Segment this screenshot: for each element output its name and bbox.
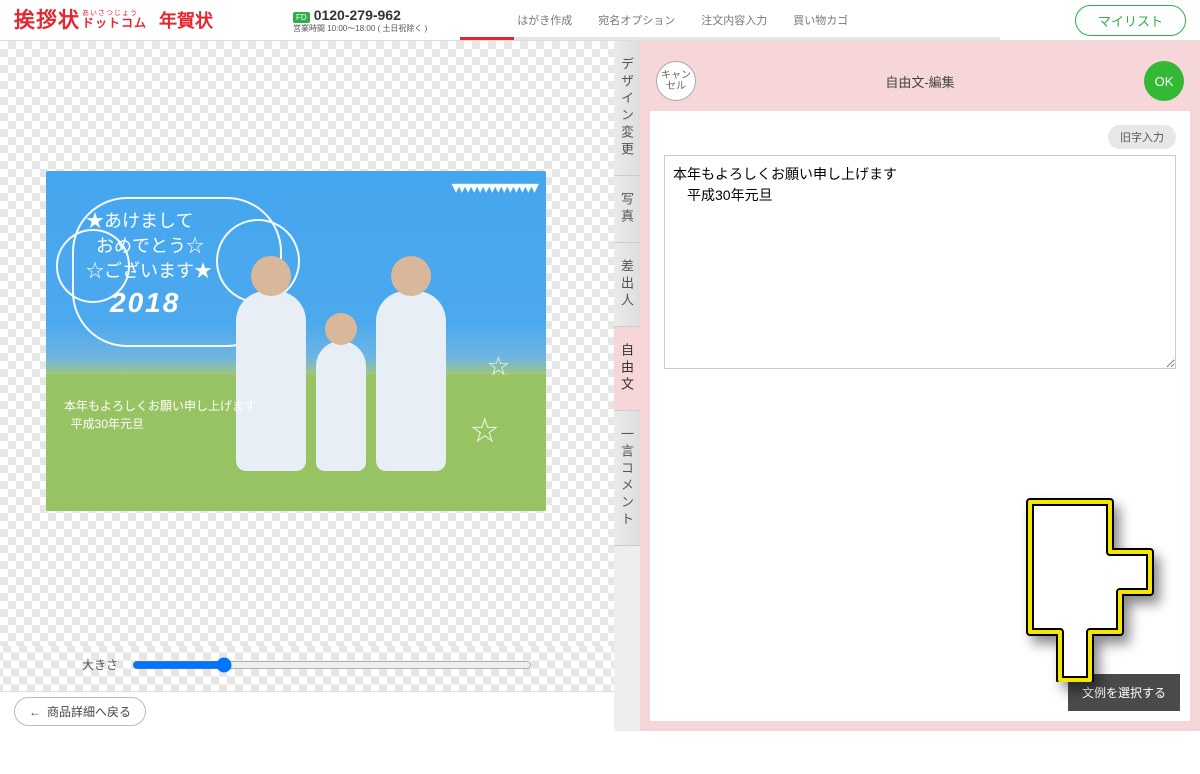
telephone-number: 0120-279-962	[314, 7, 401, 23]
preview-canvas[interactable]: ▾▾▾▾▾▾▾▾▾▾▾▾▾▾ ☆ ☆ ★あけまして おめでとう☆ ☆ございます★…	[0, 41, 614, 646]
old-char-input-button[interactable]: 旧字入力	[1108, 125, 1176, 149]
zoom-slider[interactable]	[132, 657, 532, 673]
telephone-box: FD 0120-279-962 営業時間 10:00～18:00 ( 土日祝除く …	[293, 7, 427, 34]
editor-title: 自由文-編集	[885, 72, 954, 91]
business-hours: 営業時間 10:00～18:00 ( 土日祝除く )	[293, 23, 427, 34]
pointer-hand-icon	[1000, 482, 1160, 687]
tab-sender[interactable]: 差出人	[614, 243, 640, 327]
editor-body: 旧字入力 文例を選択する	[650, 111, 1190, 721]
person-icon	[316, 341, 366, 471]
size-label: 大きさ	[82, 656, 118, 673]
size-control: 大きさ	[0, 646, 614, 691]
postcard-preview[interactable]: ▾▾▾▾▾▾▾▾▾▾▾▾▾▾ ☆ ☆ ★あけまして おめでとう☆ ☆ございます★…	[46, 171, 546, 511]
progress-steps: はがき作成 宛名オプション 注文内容入力 買い物カゴ	[517, 12, 848, 28]
family-photo	[166, 281, 516, 471]
mylist-button[interactable]: マイリスト	[1075, 5, 1186, 36]
person-icon	[236, 291, 306, 471]
tab-design[interactable]: デザイン変更	[614, 41, 640, 176]
main-area: ▾▾▾▾▾▾▾▾▾▾▾▾▾▾ ☆ ☆ ★あけまして おめでとう☆ ☆ございます★…	[0, 41, 1200, 731]
brand-logo: 挨拶状 あいさつじょう ドットコム 年賀状	[14, 7, 213, 33]
freetext-textarea[interactable]	[664, 155, 1176, 369]
ok-button[interactable]: OK	[1144, 61, 1184, 101]
tab-photo[interactable]: 写真	[614, 176, 640, 243]
preview-message: 本年もよろしくお願い申し上げます 平成30年元旦	[64, 397, 256, 433]
header: 挨拶状 あいさつじょう ドットコム 年賀状 FD 0120-279-962 営業時…	[0, 0, 1200, 40]
greeting-text: ★あけまして おめでとう☆ ☆ございます★	[86, 209, 212, 285]
arrow-left-icon: ←	[29, 705, 41, 719]
step-2[interactable]: 宛名オプション	[598, 12, 675, 28]
person-icon	[376, 291, 446, 471]
editor-panel: キャンセル 自由文-編集 OK 旧字入力 文例を選択する	[640, 41, 1200, 731]
brand-card-type: 年賀状	[159, 7, 213, 33]
step-1[interactable]: はがき作成	[517, 12, 572, 28]
tab-freetext[interactable]: 自由文	[614, 327, 640, 411]
progress-track	[460, 37, 1000, 40]
preview-pane: ▾▾▾▾▾▾▾▾▾▾▾▾▾▾ ☆ ☆ ★あけまして おめでとう☆ ☆ございます★…	[0, 41, 614, 731]
back-row: ← 商品詳細へ戻る	[0, 691, 614, 731]
editor-head: キャンセル 自由文-編集 OK	[650, 51, 1190, 111]
freedial-icon: FD	[293, 12, 310, 23]
cancel-button[interactable]: キャンセル	[656, 61, 696, 101]
step-4[interactable]: 買い物カゴ	[793, 12, 848, 28]
tab-comment[interactable]: 一言コメント	[614, 411, 640, 546]
vertical-tabs: デザイン変更 写真 差出人 自由文 一言コメント	[614, 41, 640, 731]
bunting-icon: ▾▾▾▾▾▾▾▾▾▾▾▾▾▾	[452, 177, 537, 198]
brand-sub-text: ドットコム	[82, 17, 147, 30]
back-to-detail-button[interactable]: ← 商品詳細へ戻る	[14, 697, 146, 726]
step-3[interactable]: 注文内容入力	[701, 12, 767, 28]
brand-main-text: 挨拶状	[14, 10, 80, 31]
